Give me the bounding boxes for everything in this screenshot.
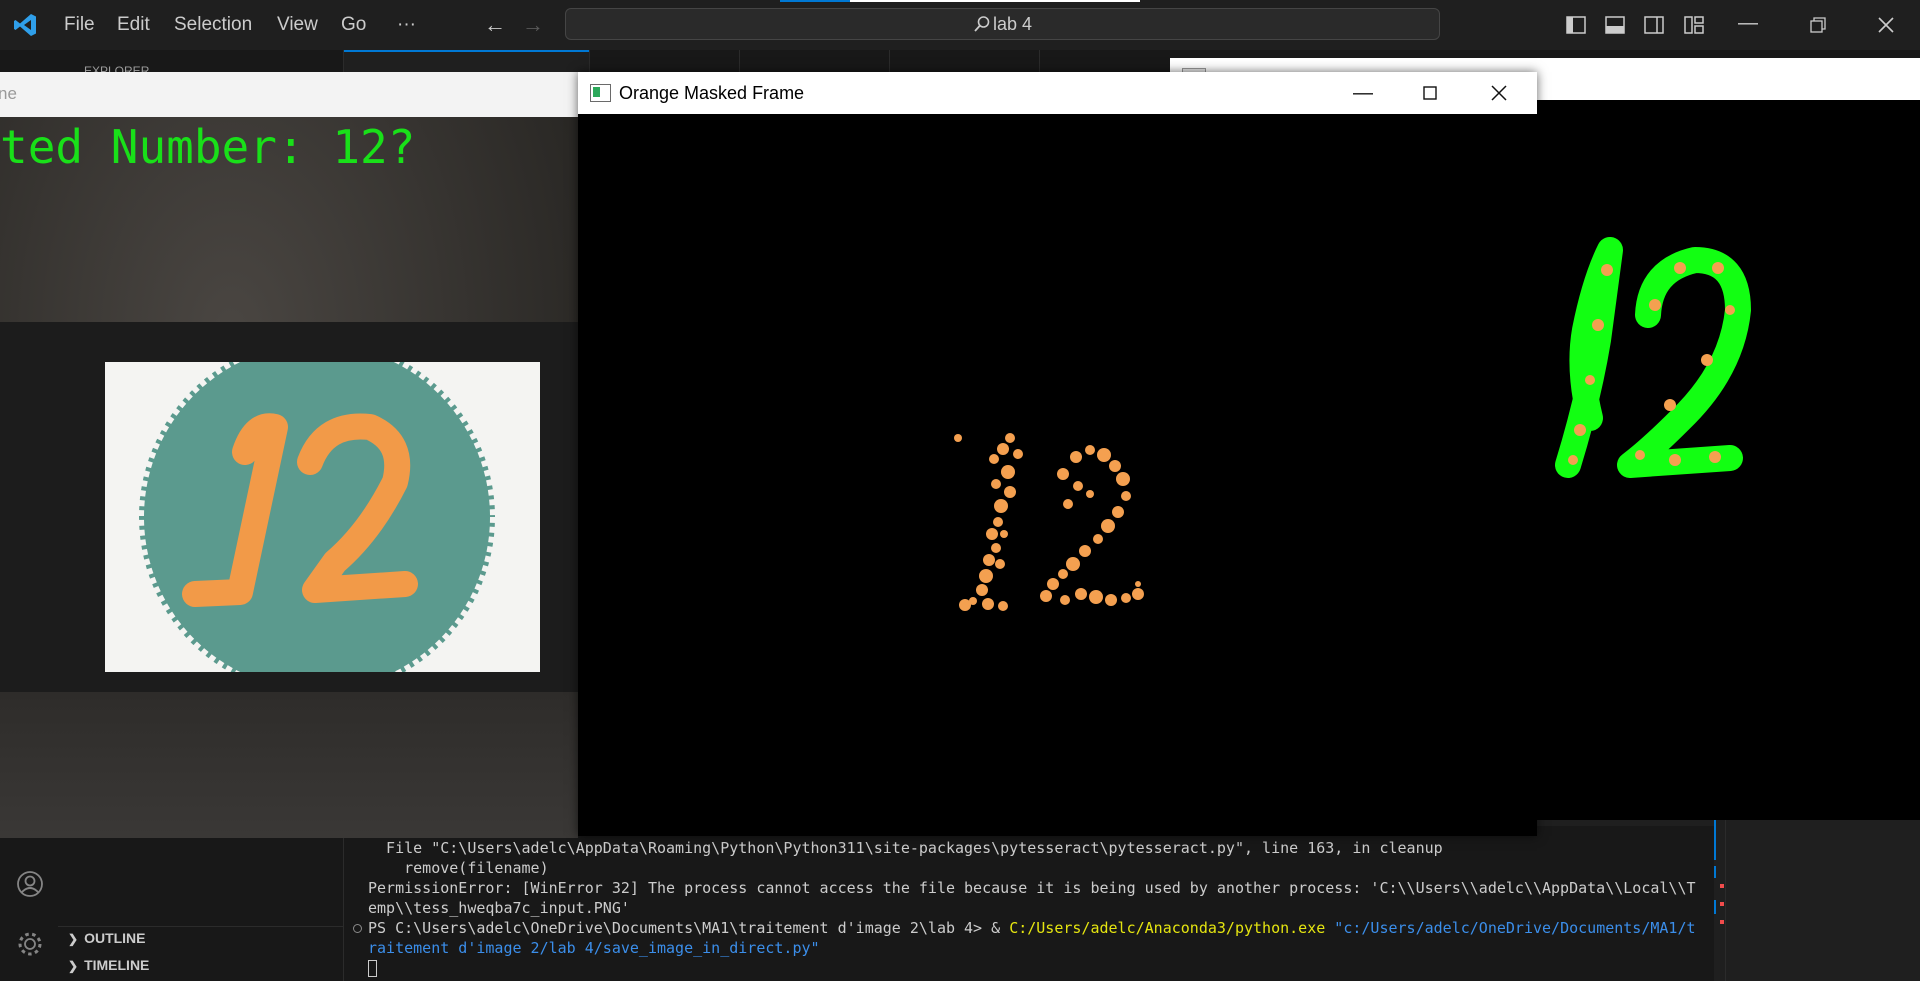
search-icon <box>974 16 990 32</box>
close-icon[interactable] <box>1877 16 1895 34</box>
scroll-marker <box>1714 866 1716 878</box>
terminal-panel[interactable]: File "C:\Users\adelc\AppData\Roaming\Pyt… <box>344 826 1714 981</box>
menu-selection[interactable]: Selection <box>174 0 252 50</box>
window-app-icon-mark <box>593 87 600 97</box>
scroll-marker <box>1714 900 1716 914</box>
terminal-line: emp\\tess_hweqba7c_input.PNG' <box>368 899 630 917</box>
toggle-primary-sidebar-icon[interactable] <box>1566 16 1586 34</box>
forward-arrow-icon[interactable]: → <box>518 0 548 50</box>
window-edge-line <box>850 0 1140 2</box>
minimize-icon[interactable]: — <box>1733 0 1763 48</box>
divider <box>1725 820 1726 981</box>
maximize-icon <box>1423 86 1437 100</box>
menu-view[interactable]: View <box>277 0 318 50</box>
minimize-button[interactable]: — <box>1333 72 1393 114</box>
close-button[interactable] <box>1469 72 1529 114</box>
gear-icon[interactable] <box>16 930 44 958</box>
terminal-line: remove(filename) <box>368 859 549 877</box>
title-bar: File Edit Selection View Go ··· ← → lab … <box>0 0 1920 50</box>
terminal-line: PermissionError: [WinError 32] The proce… <box>368 879 1696 897</box>
timeline-section-header[interactable]: ❯ TIMELINE <box>68 957 149 973</box>
terminal-prompt-line: PS C:\Users\adelc\OneDrive\Documents\MA1… <box>368 919 1696 937</box>
outline-section-header[interactable]: ❯ OUTLINE <box>68 930 146 946</box>
camera-window-title: ne <box>0 84 17 103</box>
orange-mask-digits <box>954 433 1144 611</box>
camera-lower-area <box>0 692 578 838</box>
toggle-secondary-sidebar-icon[interactable] <box>1644 16 1664 34</box>
close-icon <box>1491 85 1507 101</box>
menu-go[interactable]: Go <box>341 0 366 50</box>
restore-icon[interactable] <box>1810 17 1826 33</box>
orange-window-titlebar[interactable]: Orange Masked Frame — <box>578 72 1537 114</box>
scroll-marker-error <box>1720 902 1724 906</box>
terminal-script-path-cont: raitement d'image 2/lab 4/save_image_in_… <box>368 939 820 957</box>
menu-file[interactable]: File <box>64 0 95 50</box>
account-icon[interactable] <box>16 870 44 898</box>
search-label: lab 4 <box>992 14 1033 34</box>
scroll-marker-error <box>1720 884 1724 888</box>
maximize-button[interactable] <box>1400 72 1460 114</box>
ishihara-plate <box>134 362 500 672</box>
back-arrow-icon[interactable]: ← <box>480 0 510 50</box>
command-center-search[interactable]: lab 4 <box>565 8 1440 40</box>
chevron-right-icon: ❯ <box>68 932 79 946</box>
minimize-icon: — <box>1353 82 1373 104</box>
orange-masked-frame-window[interactable]: Orange Masked Frame — <box>578 72 1537 836</box>
active-indicator <box>780 0 850 2</box>
terminal-script-path: "c:/Users/adelc/OneDrive/Documents/MA1/t <box>1334 919 1696 937</box>
command-decoration-icon[interactable] <box>353 924 362 933</box>
terminal-prompt: PS C:\Users\adelc\OneDrive\Documents\MA1… <box>368 919 1010 937</box>
menu-edit[interactable]: Edit <box>117 0 150 50</box>
timeline-label: TIMELINE <box>84 957 150 973</box>
window-app-icon <box>590 84 611 102</box>
vscode-logo-icon[interactable] <box>12 12 38 38</box>
terminal-cursor <box>368 960 377 977</box>
predicted-number-overlay: ted Number: 12? <box>0 120 416 174</box>
camera-window-titlebar[interactable]: ne <box>0 72 578 117</box>
scroll-marker-error <box>1720 920 1724 924</box>
divider <box>58 926 344 927</box>
scrollbar-thumb[interactable] <box>1714 820 1716 860</box>
orange-window-title: Orange Masked Frame <box>619 83 805 103</box>
chevron-right-icon: ❯ <box>68 959 79 973</box>
customize-layout-icon[interactable] <box>1684 16 1704 34</box>
camera-window[interactable]: ne ted Number: 12? <box>0 72 578 838</box>
outline-label: OUTLINE <box>84 930 146 946</box>
terminal-line: File "C:\Users\adelc\AppData\Roaming\Pyt… <box>368 839 1443 857</box>
more-menu[interactable]: ··· <box>397 0 416 50</box>
terminal-exe-path: C:/Users/adelc/Anaconda3/python.exe <box>1009 919 1326 937</box>
toggle-panel-icon[interactable] <box>1605 16 1625 34</box>
